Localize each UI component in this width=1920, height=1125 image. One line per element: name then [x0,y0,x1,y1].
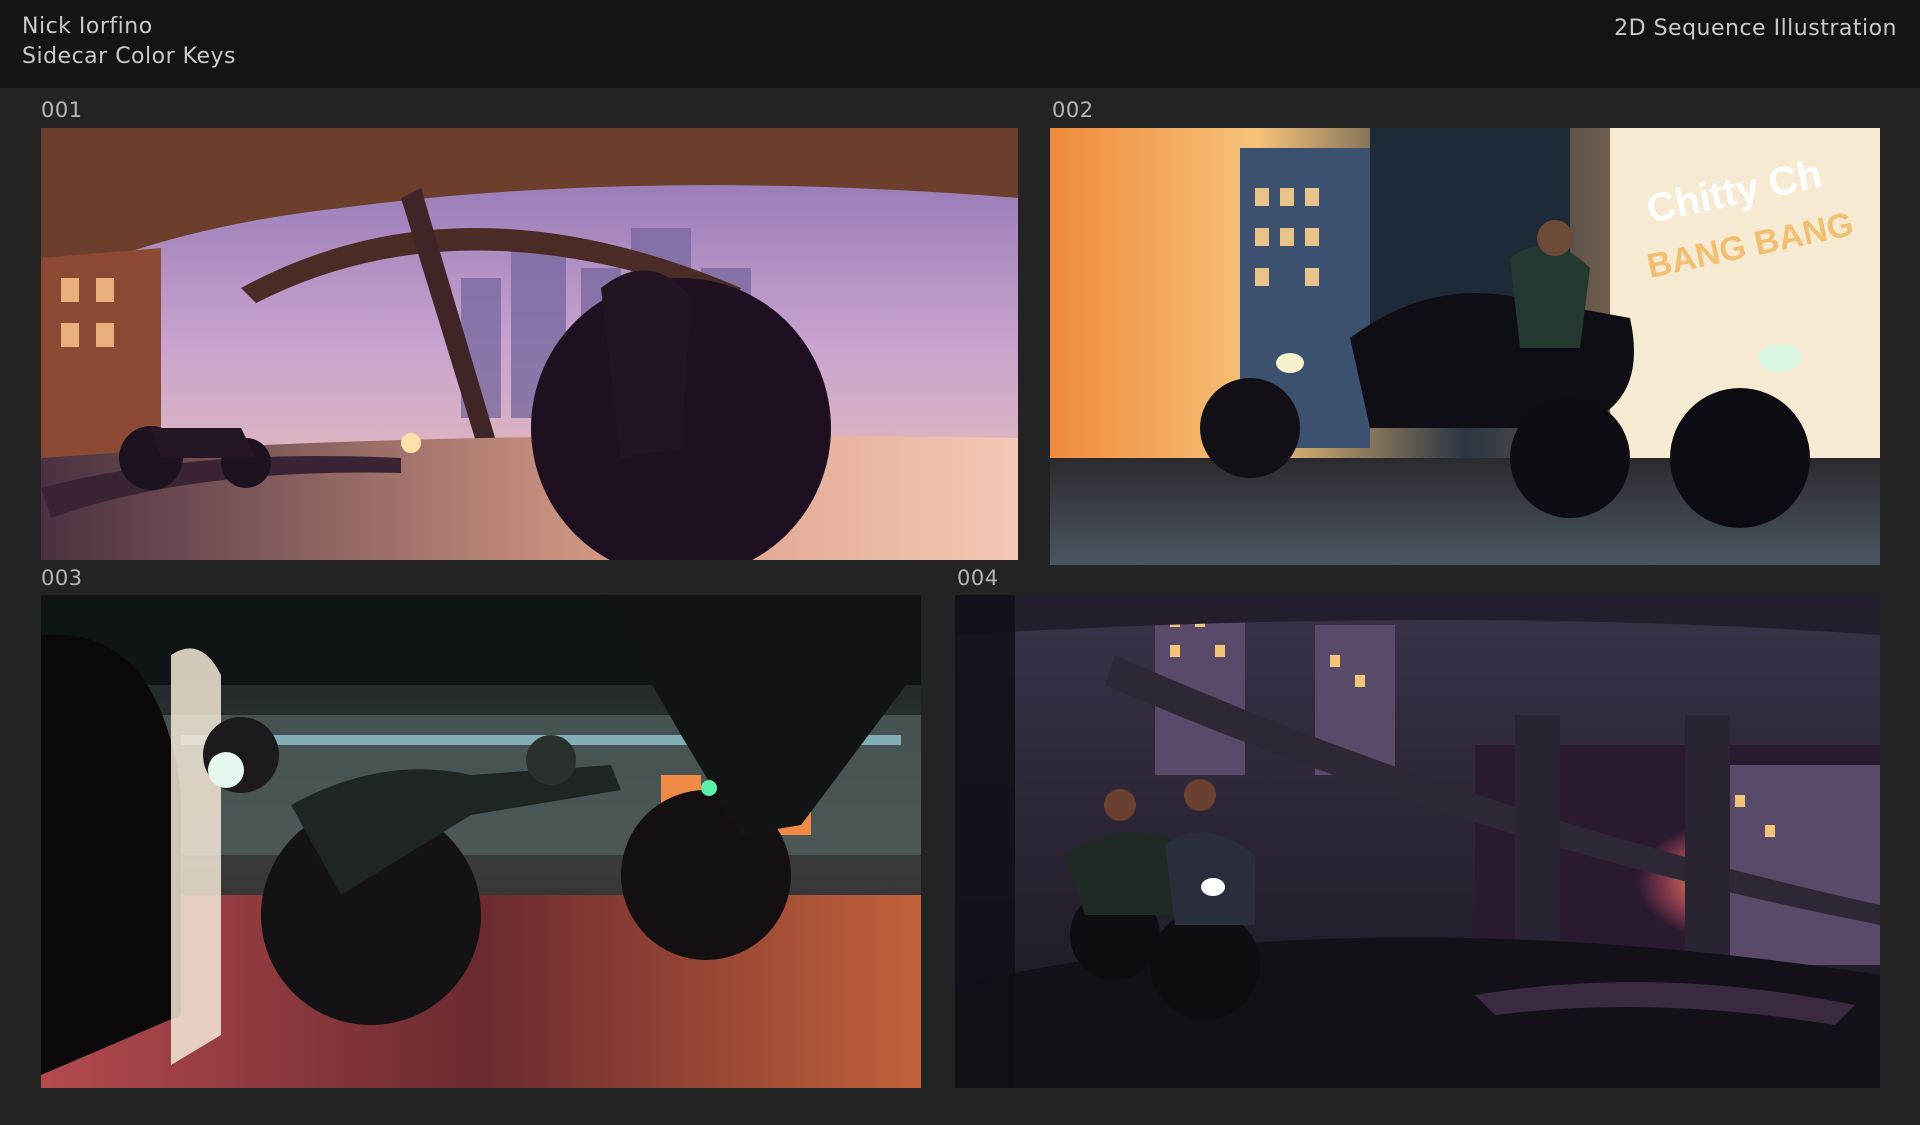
panel-number-003: 003 [41,566,83,590]
panel-001-image[interactable] [41,128,1018,560]
panel-001-illustration [41,128,1018,560]
panel-002-illustration: Chitty Ch BANG BANG [1050,128,1880,565]
panel-003-illustration [41,595,921,1088]
panel-number-001: 001 [41,98,83,122]
artist-name: Nick Iorfino [22,14,153,39]
panel-number-002: 002 [1052,98,1094,122]
category-label: 2D Sequence Illustration [1614,16,1897,41]
panel-003-image[interactable] [41,595,921,1088]
header-bar: Nick Iorfino Sidecar Color Keys 2D Seque… [0,0,1920,88]
panel-002-image[interactable]: Chitty Ch BANG BANG [1050,128,1880,565]
panel-number-004: 004 [957,566,999,590]
project-title: Sidecar Color Keys [22,44,236,69]
panel-004-image[interactable] [955,595,1880,1088]
panel-004-illustration [955,595,1880,1088]
